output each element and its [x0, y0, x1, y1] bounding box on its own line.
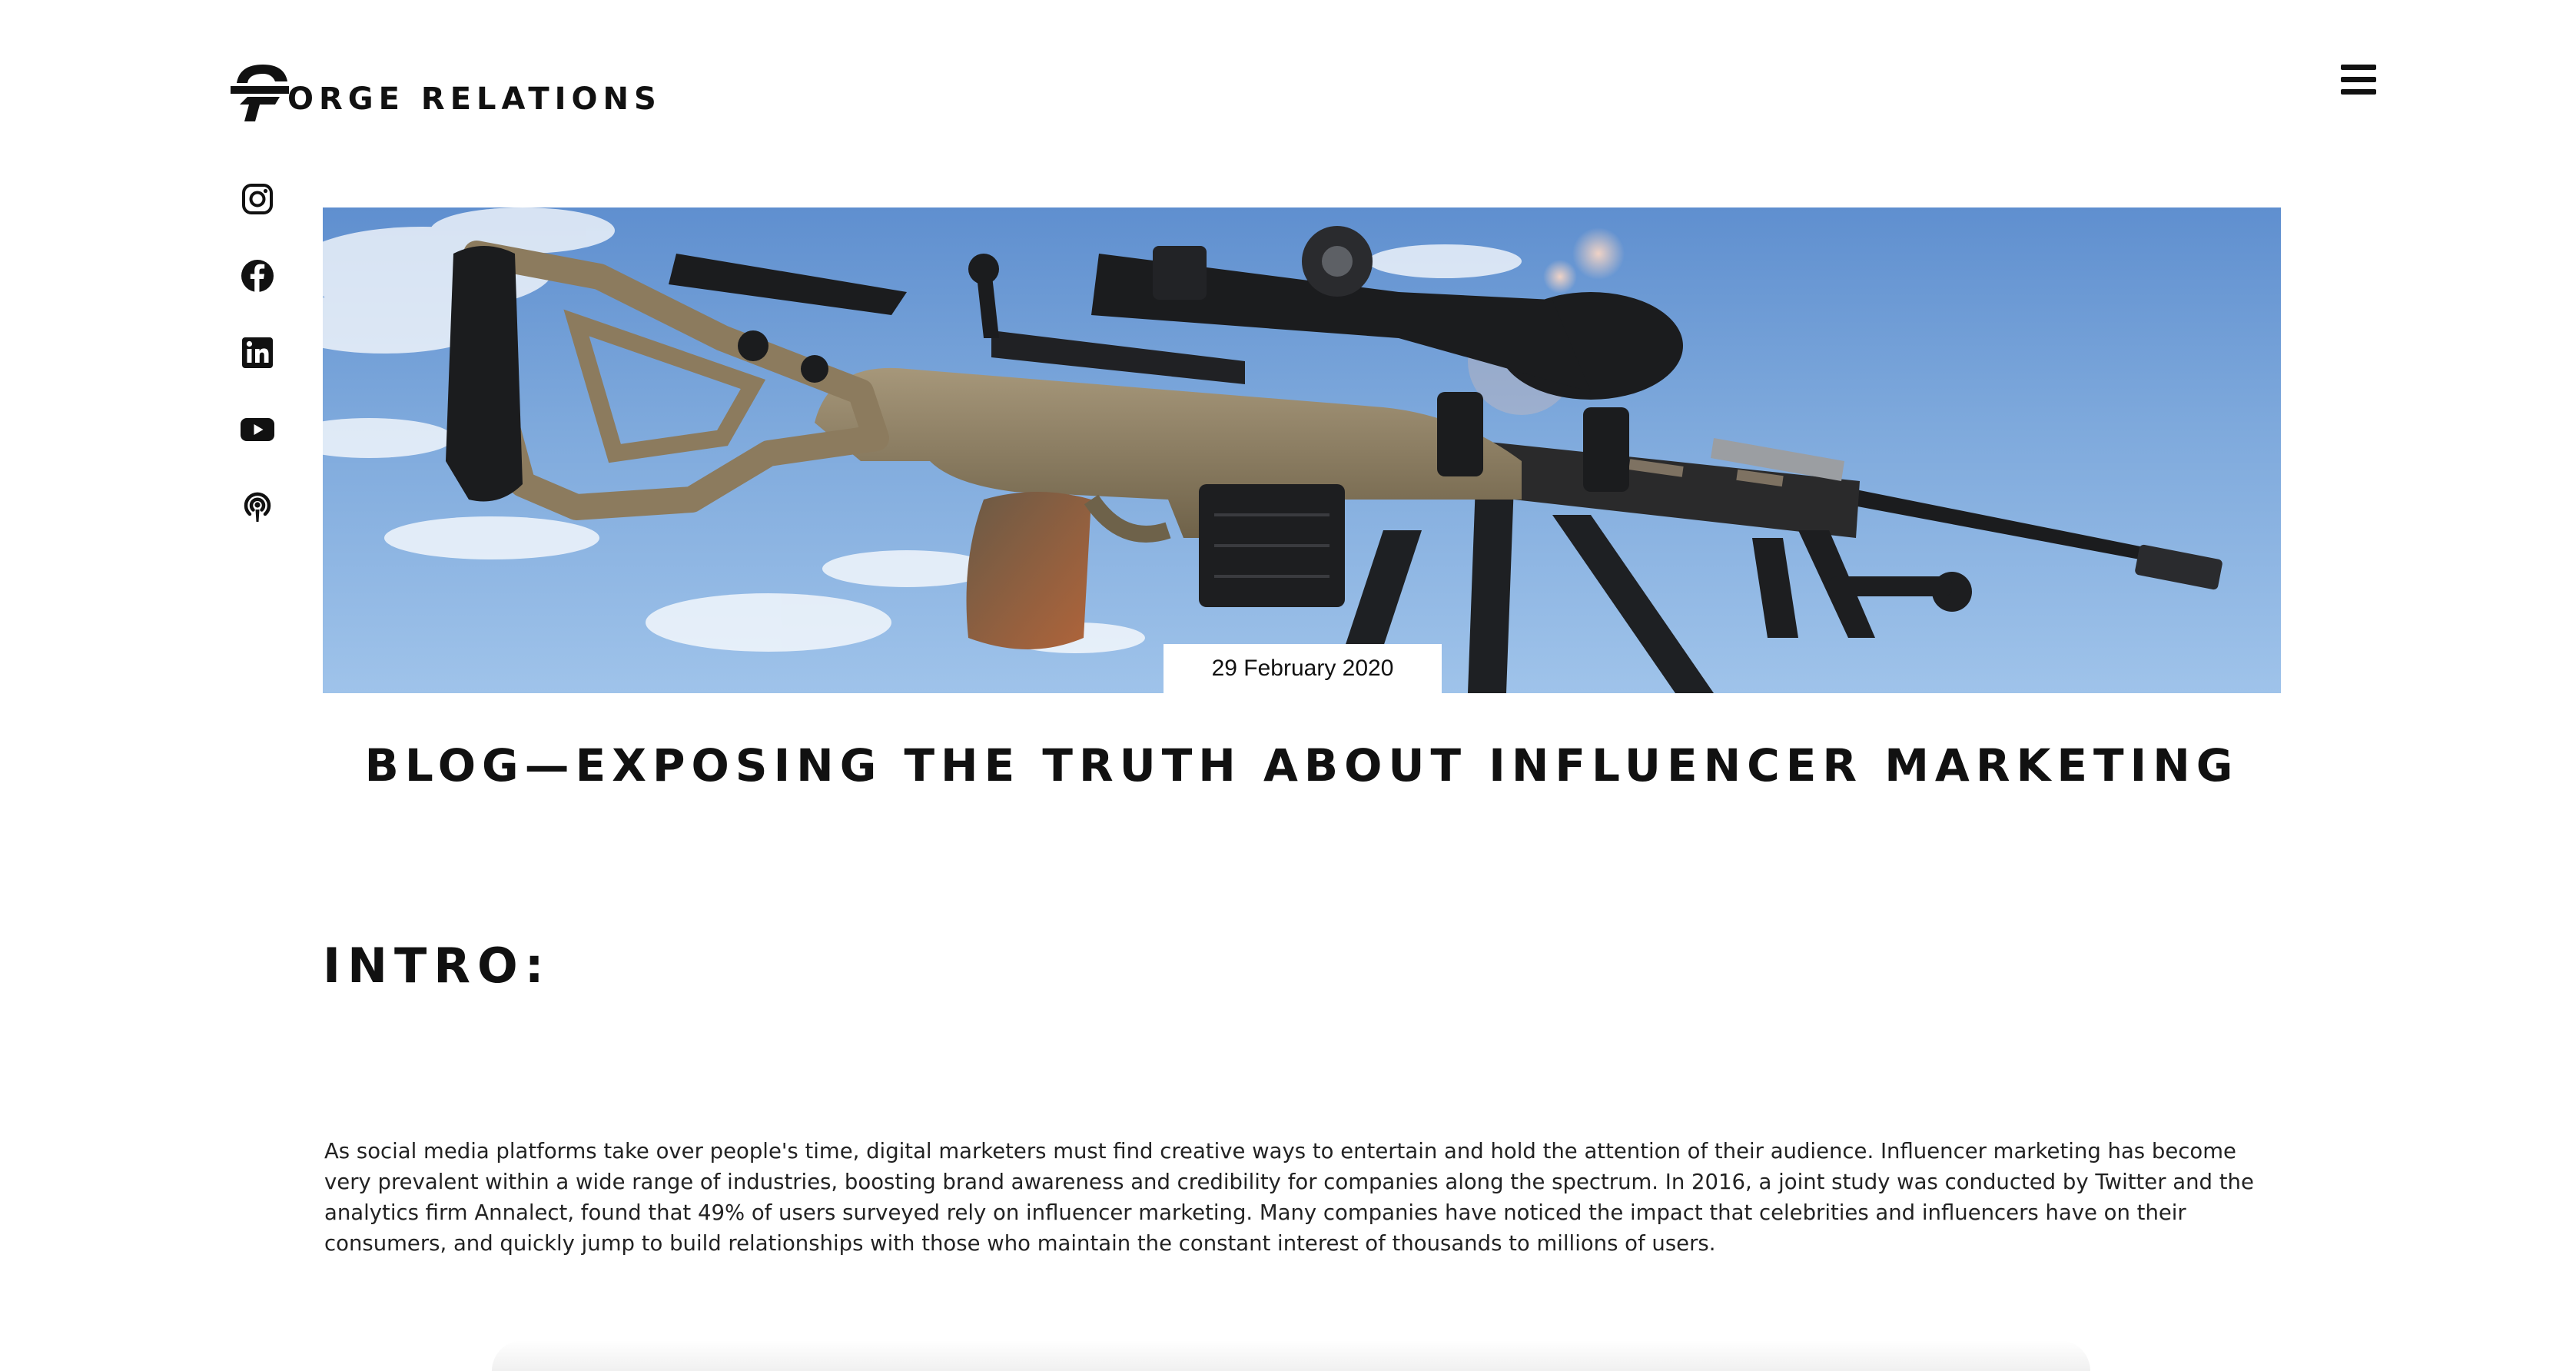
youtube-icon[interactable] [240, 412, 275, 447]
page: ORGE RELATIONS 29 February 2020 BLOG—EXP… [0, 0, 2576, 1371]
site-logo[interactable]: ORGE RELATIONS [229, 60, 662, 124]
facebook-icon[interactable] [240, 258, 275, 294]
next-section-edge [492, 1340, 2090, 1371]
post-date: 29 February 2020 [1164, 644, 1442, 693]
podcast-icon[interactable] [240, 489, 275, 524]
instagram-icon[interactable] [240, 181, 275, 217]
intro-heading: INTRO: [323, 938, 551, 994]
social-links [240, 181, 278, 566]
hamburger-menu-icon[interactable] [2341, 65, 2376, 95]
logo-text: ORGE RELATIONS [287, 81, 662, 117]
linkedin-icon[interactable] [240, 335, 275, 370]
hero-image [323, 207, 2281, 693]
intro-paragraph: As social media platforms take over peop… [324, 1139, 2254, 1256]
forge-helmet-logo-icon [231, 65, 289, 121]
post-title: BLOG—EXPOSING THE TRUTH ABOUT INFLUENCER… [364, 739, 2239, 792]
